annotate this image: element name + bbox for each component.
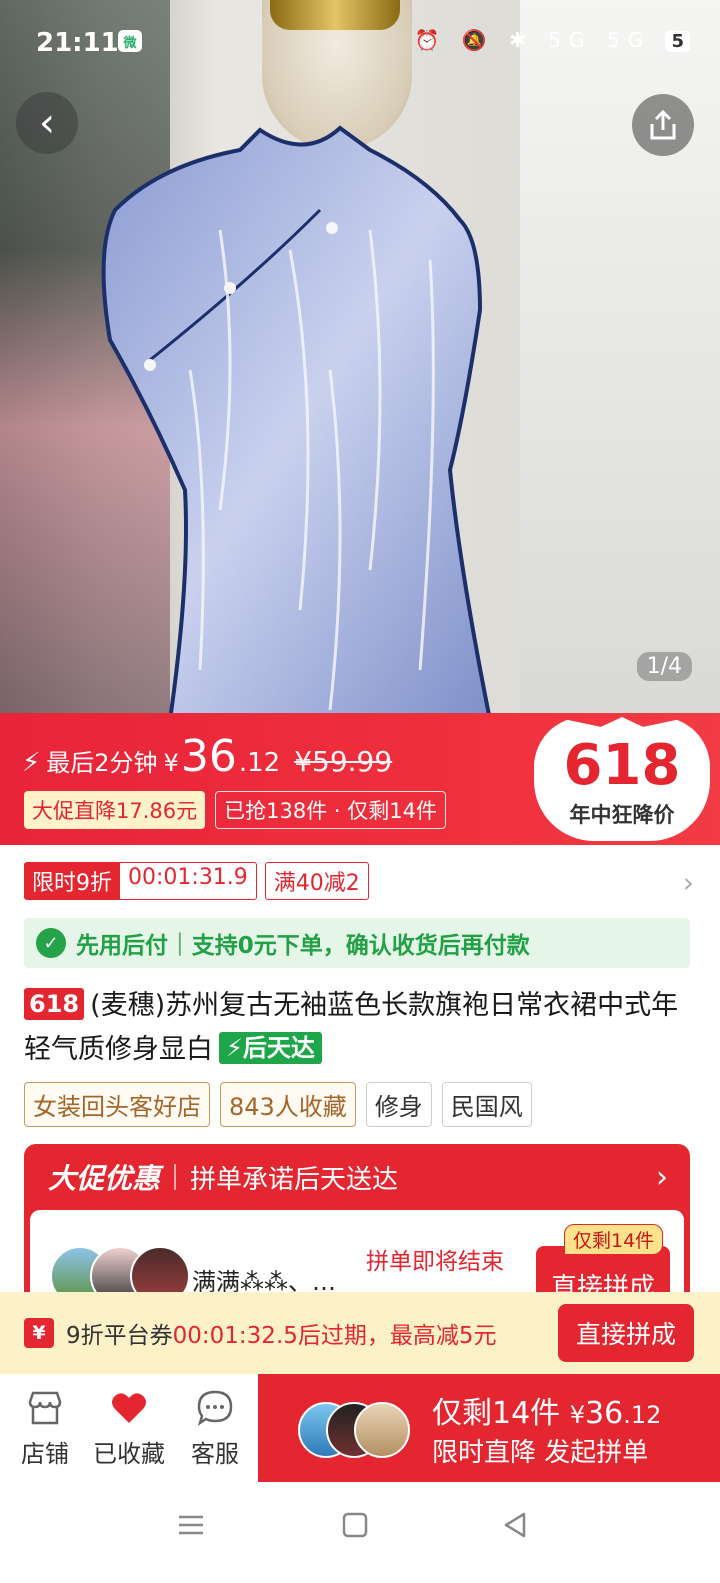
chevron-right-icon[interactable]: › <box>683 866 694 899</box>
favorite-label: 已收藏 <box>93 1440 165 1468</box>
limited-discount-group: 限时9折 00:01:31.9 <box>24 862 257 900</box>
badge-text: 年中狂降价 <box>569 803 675 827</box>
coupon-icon: ¥ <box>24 1318 54 1348</box>
pay-later-icon: ✓ <box>36 928 66 958</box>
share-button[interactable] <box>632 94 694 156</box>
flash-label: 最后2分钟 <box>46 749 158 777</box>
avatar-group <box>298 1402 418 1458</box>
shop-tag-fit[interactable]: 修身 <box>365 1082 432 1127</box>
status-bar: 21:11 微 ⏰ 🔕 ✱ 5G 5G 5 <box>0 0 720 80</box>
price-banner: ⚡ 最后2分钟 ¥ 36 .12 ¥59.99 大促直降17.86元 已抢138… <box>0 713 720 845</box>
menu-icon[interactable] <box>176 1510 206 1544</box>
promo-row[interactable]: 限时9折 00:01:31.9 满40减2 <box>24 862 369 900</box>
discount-tag: 大促直降17.86元 <box>24 791 206 829</box>
back-button[interactable]: ‹ <box>16 92 78 154</box>
delivery-tag-label: 后天达 <box>242 1034 315 1062</box>
system-nav-bar <box>0 1482 720 1583</box>
lightning-icon: ⚡ <box>22 748 41 778</box>
limited-discount-tag: 限时9折 <box>24 862 120 900</box>
shop-tags: 女装回头客好店 843人收藏 修身 民国风 <box>24 1082 532 1127</box>
badge-number: 618 <box>563 733 681 798</box>
original-price: ¥59.99 <box>294 745 393 778</box>
price-integer: 36 <box>585 1396 624 1431</box>
back-triangle-icon[interactable] <box>500 1510 530 1544</box>
battery-icon: 5 <box>665 31 690 52</box>
shop-button[interactable]: 店铺 <box>0 1386 90 1469</box>
price-integer: 36 <box>180 731 237 782</box>
remaining-tag: 仅剩14件 <box>564 1224 664 1255</box>
card-header: 大促优惠 拼单承诺后天送达 <box>24 1144 690 1210</box>
delivery-tag: ⚡后天达 <box>219 1032 322 1064</box>
image-counter: 1/4 <box>636 652 692 681</box>
heart-icon <box>112 1393 146 1423</box>
618-badge: 618 年中狂降价 <box>534 717 710 841</box>
store-icon <box>28 1391 62 1425</box>
home-icon[interactable] <box>340 1510 370 1544</box>
price-decimal: .12 <box>623 1401 662 1429</box>
background-wall <box>520 0 720 713</box>
avatar <box>354 1402 410 1458</box>
product-title: 618 (麦穗)苏州复古无袖蓝色长款旗袍日常衣裙中式年轻气质修身显白 ⚡后天达 <box>24 984 700 1072</box>
card-subtitle: 拼单承诺后天送达 <box>190 1164 399 1195</box>
shop-tag-returning[interactable]: 女装回头客好店 <box>24 1082 210 1127</box>
status-signals: ⏰ 🔕 ✱ 5G 5G <box>414 28 652 52</box>
coupon-text-prefix: 9折平台券 <box>66 1323 173 1349</box>
coupon-group-button[interactable]: 直接拼成 <box>558 1304 694 1362</box>
sold-count-tag: 已抢138件 · 仅剩14件 <box>215 791 446 829</box>
countdown-timer: 00:01:31.9 <box>119 862 257 900</box>
pay-later-banner[interactable]: ✓ 先用后付 | 支持0元下单，确认收货后再付款 <box>24 918 690 968</box>
group-ending-text: 拼单即将结束 <box>366 1249 504 1275</box>
divider <box>174 1164 177 1190</box>
favorite-button[interactable]: 已收藏 <box>84 1386 174 1469</box>
currency-symbol: ¥ <box>569 1401 586 1429</box>
divider: | <box>176 930 184 956</box>
shop-label: 店铺 <box>21 1440 69 1468</box>
price-decimal: .12 <box>238 748 281 778</box>
shop-tag-style[interactable]: 民国风 <box>441 1082 532 1127</box>
product-image[interactable]: 1/4 <box>0 0 720 713</box>
share-icon <box>650 109 676 140</box>
coupon-text: 9折平台券00:01:32.5后过期，最高减5元 <box>66 1316 497 1350</box>
pay-later-label: 先用后付 <box>76 933 168 959</box>
bottom-action-bar: 店铺 已收藏 客服 仅剩14件 ¥36.12 限时直降 发起拼单 <box>0 1374 720 1482</box>
currency-symbol: ¥ <box>163 749 179 777</box>
group-buy-card[interactable]: 大促优惠 拼单承诺后天送达 › 满满⁂⁂、… 拼单即将结束 直接拼成 仅剩14件 <box>24 1144 690 1304</box>
status-icons: ⏰ 🔕 ✱ 5G 5G 5 <box>415 28 690 52</box>
qipao-dress <box>101 125 491 713</box>
start-group-buy-button[interactable]: 仅剩14件 ¥36.12 限时直降 发起拼单 <box>258 1374 720 1482</box>
wechat-icon: 微 <box>118 30 142 52</box>
coupon-expiry: 00:01:32.5后过期，最高减5元 <box>172 1323 497 1349</box>
threshold-discount-tag: 满40减2 <box>264 862 369 900</box>
chevron-right-icon[interactable]: › <box>656 1160 668 1195</box>
618-tag: 618 <box>24 988 85 1020</box>
remaining-and-price: 仅剩14件 ¥36.12 <box>432 1388 661 1432</box>
coupon-bar: ¥ 9折平台券00:01:32.5后过期，最高减5元 直接拼成 <box>0 1292 720 1374</box>
shop-tag-favorites[interactable]: 843人收藏 <box>220 1082 356 1127</box>
remaining-stock: 仅剩14件 <box>432 1396 561 1431</box>
pay-later-text: 支持0元下单，确认收货后再付款 <box>191 933 530 959</box>
promo-logo: 大促优惠 <box>48 1162 161 1195</box>
start-group-label: 限时直降 发起拼单 <box>432 1438 649 1468</box>
group-buy-item: 满满⁂⁂、… 拼单即将结束 直接拼成 仅剩14件 <box>30 1210 684 1304</box>
service-label: 客服 <box>191 1440 239 1468</box>
chat-icon <box>197 1390 233 1426</box>
customer-service-button[interactable]: 客服 <box>170 1386 260 1469</box>
chevron-left-icon: ‹ <box>39 100 55 146</box>
status-time: 21:11 <box>36 28 119 58</box>
product-title-text: (麦穗)苏州复古无袖蓝色长款旗袍日常衣裙中式年轻气质修身显白 <box>24 990 679 1065</box>
